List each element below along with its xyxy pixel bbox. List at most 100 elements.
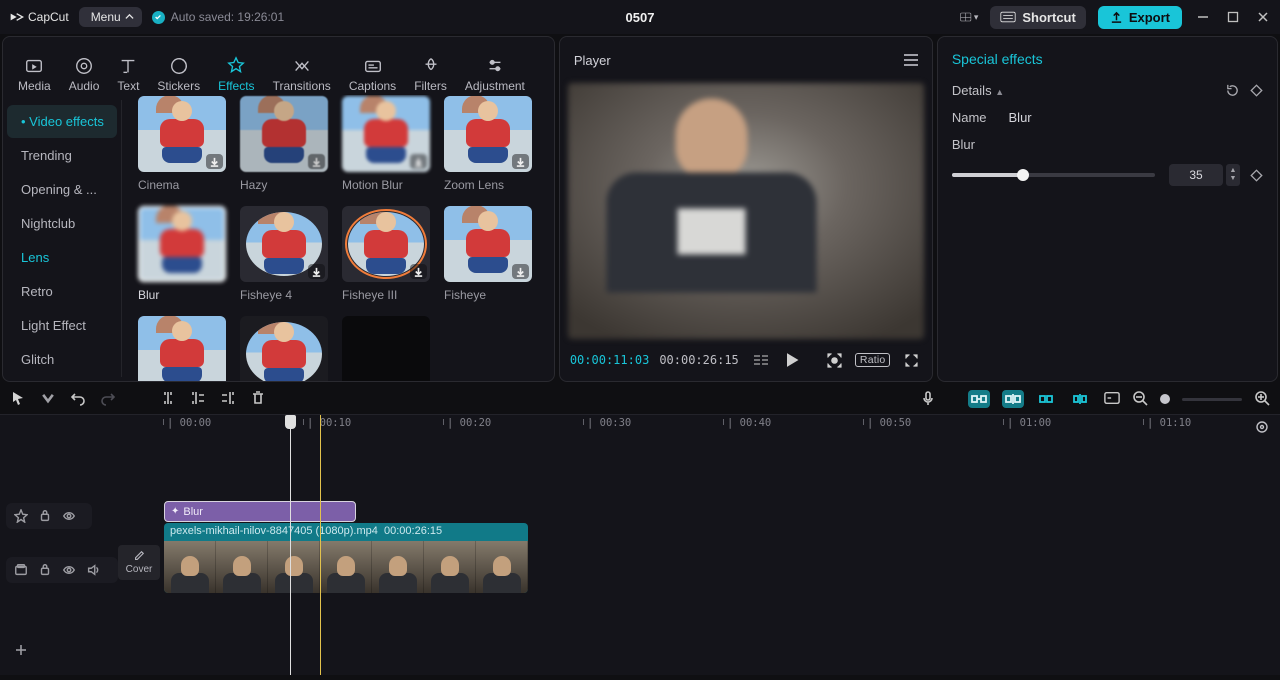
download-icon[interactable] [512,154,529,169]
effect-card[interactable] [342,316,430,381]
category-item[interactable]: Lens [7,241,117,274]
player-menu-icon[interactable] [904,54,918,65]
blur-value[interactable]: 35 [1169,164,1223,186]
focus-icon[interactable] [824,349,845,371]
module-tab-text[interactable]: Text [108,56,148,93]
cover-button[interactable]: Cover [118,545,160,580]
menu-button[interactable]: Menu [79,7,142,27]
download-icon[interactable] [308,264,325,279]
blur-stepper[interactable]: ▲▼ [1226,164,1240,186]
module-tab-stickers[interactable]: Stickers [148,56,209,93]
delete-tool[interactable] [250,390,266,409]
trim-left-tool[interactable] [190,390,206,409]
effect-card[interactable]: Hazy [240,96,328,192]
effect-card[interactable] [240,316,328,381]
module-tab-adjustment[interactable]: Adjustment [456,56,534,93]
category-item[interactable]: Nightclub [7,207,117,240]
fullscreen-icon[interactable] [900,349,921,371]
trim-right-tool[interactable] [220,390,236,409]
marker-line[interactable] [320,415,321,675]
download-icon[interactable] [512,264,529,279]
module-tab-filters[interactable]: Filters [405,56,456,93]
timeline[interactable]: | 00:00| 00:10| 00:20| 00:30| 00:40| 00:… [0,414,1280,675]
autosave-status: Auto saved: 19:26:01 [152,10,284,24]
timeline-toolbar [0,384,1280,414]
ruler-tick: | 00:10 [307,417,351,429]
pointer-tool[interactable] [10,390,26,409]
category-item[interactable]: Trending [7,139,117,172]
ruler-tick: | 00:40 [727,417,771,429]
maximize-button[interactable] [1224,8,1242,26]
snap-4[interactable] [1070,390,1092,408]
effect-card[interactable]: Zoom Lens [444,96,532,192]
effect-card[interactable]: Cinema [138,96,226,192]
pointer-dropdown[interactable] [40,390,56,409]
snap-2[interactable] [1002,390,1024,408]
download-icon[interactable] [410,264,427,279]
fx-track-header[interactable] [6,503,92,529]
app-logo: CapCut [8,9,69,25]
details-label[interactable]: Details ▲ [952,83,1004,98]
effects-panel: MediaAudioTextStickersEffectsTransitions… [2,36,555,382]
zoom-in[interactable] [1254,390,1270,409]
project-title: 0507 [626,10,655,25]
video-clip[interactable]: pexels-mikhail-nilov-8847405 (1080p).mp4… [164,523,528,593]
zoom-slider-knob[interactable] [1160,394,1170,404]
download-icon[interactable] [410,154,427,169]
effect-card[interactable] [138,316,226,381]
effect-card[interactable]: Fisheye III [342,206,430,302]
effect-card[interactable]: Motion Blur [342,96,430,192]
effect-card[interactable]: Fisheye 4 [240,206,328,302]
split-tool[interactable] [160,390,176,409]
timecode-current: 00:00:11:03 [570,353,649,367]
minimize-button[interactable] [1194,8,1212,26]
video-track-header[interactable] [6,557,118,583]
fx-clip[interactable]: Blur [164,501,356,522]
player-panel: Player 00:00:11:03 00:00:26:15 Ratio [559,36,933,382]
module-tab-audio[interactable]: Audio [60,56,109,93]
name-value: Blur [1009,110,1032,125]
mic-icon[interactable] [920,390,936,409]
category-item[interactable]: Glitch [7,343,117,376]
category-item[interactable]: Video effects [7,105,117,138]
inspector-panel: Special effects Details ▲ Name Blur Blur… [937,36,1278,382]
close-button[interactable] [1254,8,1272,26]
preview-viewport[interactable] [568,83,924,339]
ratio-button[interactable]: Ratio [855,353,891,367]
ruler-tick: | 00:20 [447,417,491,429]
download-icon[interactable] [308,154,325,169]
undo-button[interactable] [70,390,86,409]
category-item[interactable]: Opening & ... [7,173,117,206]
check-icon [152,11,165,24]
keyframe-icon[interactable] [1250,169,1263,182]
download-icon[interactable] [206,154,223,169]
playhead[interactable] [290,415,291,675]
shortcut-button[interactable]: Shortcut [990,6,1085,29]
settings-icon[interactable] [1254,419,1272,437]
snap-1[interactable] [968,390,990,408]
zoom-slider-track[interactable] [1182,398,1242,401]
layout-button[interactable]: ▾ [960,8,978,26]
keyframe-icon[interactable] [1250,84,1263,97]
zoom-out[interactable] [1132,390,1148,409]
module-tab-media[interactable]: Media [9,56,60,93]
preview-toggle[interactable] [1104,390,1120,409]
play-button[interactable] [782,349,803,371]
snap-3[interactable] [1036,390,1058,408]
export-button[interactable]: Export [1098,6,1182,29]
effect-card[interactable]: Blur [138,206,226,302]
category-item[interactable]: Retro [7,275,117,308]
reset-icon[interactable] [1225,83,1240,98]
ruler-tick: | 01:00 [1007,417,1051,429]
ruler-tick: | 00:00 [167,417,211,429]
titlebar: CapCut Menu Auto saved: 19:26:01 0507 ▾ … [0,0,1280,34]
redo-button[interactable] [100,390,116,409]
module-tab-transitions[interactable]: Transitions [264,56,340,93]
add-track-button[interactable] [6,637,36,663]
blur-slider[interactable] [952,173,1155,177]
effect-card[interactable]: Fisheye [444,206,532,302]
category-item[interactable]: Light Effect [7,309,117,342]
list-icon[interactable] [751,349,772,371]
module-tab-effects[interactable]: Effects [209,56,263,93]
module-tab-captions[interactable]: Captions [340,56,405,93]
